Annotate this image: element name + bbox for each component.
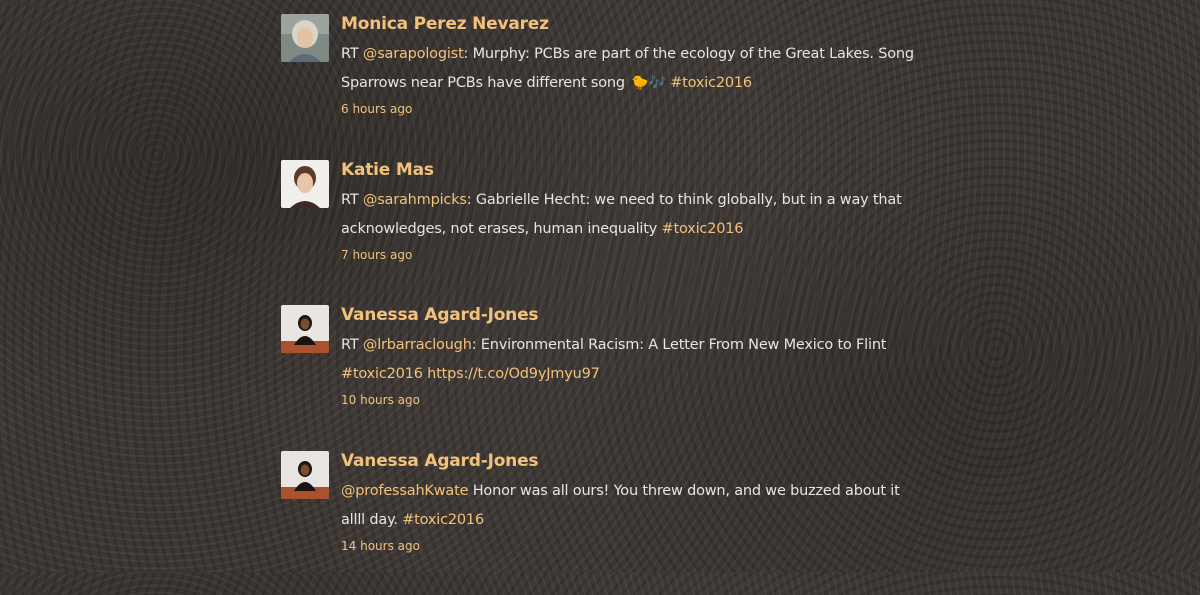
tweet-body: Vanessa Agard-Jones @professahKwate Hono… [341,450,921,554]
tweet-text: @professahKwate Honor was all ours! You … [341,477,921,535]
tweet-timestamp[interactable]: 6 hours ago [341,101,921,117]
tweet-author[interactable]: Vanessa Agard-Jones [341,450,921,472]
hashtag-link[interactable]: #toxic2016 [402,512,484,528]
tweet-author[interactable]: Katie Mas [341,159,921,181]
tweet-body: Katie Mas RT @sarahmpicks: Gabrielle Hec… [341,159,921,263]
tweet-item: Monica Perez Nevarez RT @sarapologist: M… [281,13,921,159]
tweet-text-part: : Environmental Racism: A Letter From Ne… [472,337,887,353]
tweet-author[interactable]: Monica Perez Nevarez [341,13,921,35]
tweet-text-part: RT [341,337,363,353]
mention-link[interactable]: @sarahmpicks [363,192,467,208]
avatar-monica[interactable] [281,14,329,62]
tweet-text: RT @sarahmpicks: Gabrielle Hecht: we nee… [341,186,921,244]
avatar-vanessa[interactable] [281,305,329,353]
chick-music-emoji-icon: 🐤🎶 [631,69,665,98]
avatar-vanessa[interactable] [281,451,329,499]
hashtag-link[interactable]: #toxic2016 [341,366,423,382]
tweet-author[interactable]: Vanessa Agard-Jones [341,304,921,326]
tweet-text-part: RT [341,46,363,62]
tweet-timestamp[interactable]: 7 hours ago [341,247,921,263]
hashtag-link[interactable]: #toxic2016 [670,75,752,91]
avatar-katie[interactable] [281,160,329,208]
tweet-body: Monica Perez Nevarez RT @sarapologist: M… [341,13,921,117]
tweet-item: Vanessa Agard-Jones RT @lrbarraclough: E… [281,304,921,450]
tweet-item: Katie Mas RT @sarahmpicks: Gabrielle Hec… [281,159,921,305]
url-link[interactable]: https://t.co/Od9yJmyu97 [427,366,599,382]
tweet-feed: Monica Perez Nevarez RT @sarapologist: M… [281,0,921,595]
tweet-text: RT @sarapologist: Murphy: PCBs are part … [341,40,921,98]
mention-link[interactable]: @sarapologist [363,46,464,62]
hashtag-link[interactable]: #toxic2016 [662,221,744,237]
mention-link[interactable]: @professahKwate [341,483,468,499]
tweet-text-part: RT [341,192,363,208]
tweet-text: RT @lrbarraclough: Environmental Racism:… [341,331,921,389]
tweet-item: Vanessa Agard-Jones @professahKwate Hono… [281,450,921,595]
tweet-body: Vanessa Agard-Jones RT @lrbarraclough: E… [341,304,921,408]
mention-link[interactable]: @lrbarraclough [363,337,472,353]
tweet-timestamp[interactable]: 10 hours ago [341,392,921,408]
tweet-timestamp[interactable]: 14 hours ago [341,538,921,554]
